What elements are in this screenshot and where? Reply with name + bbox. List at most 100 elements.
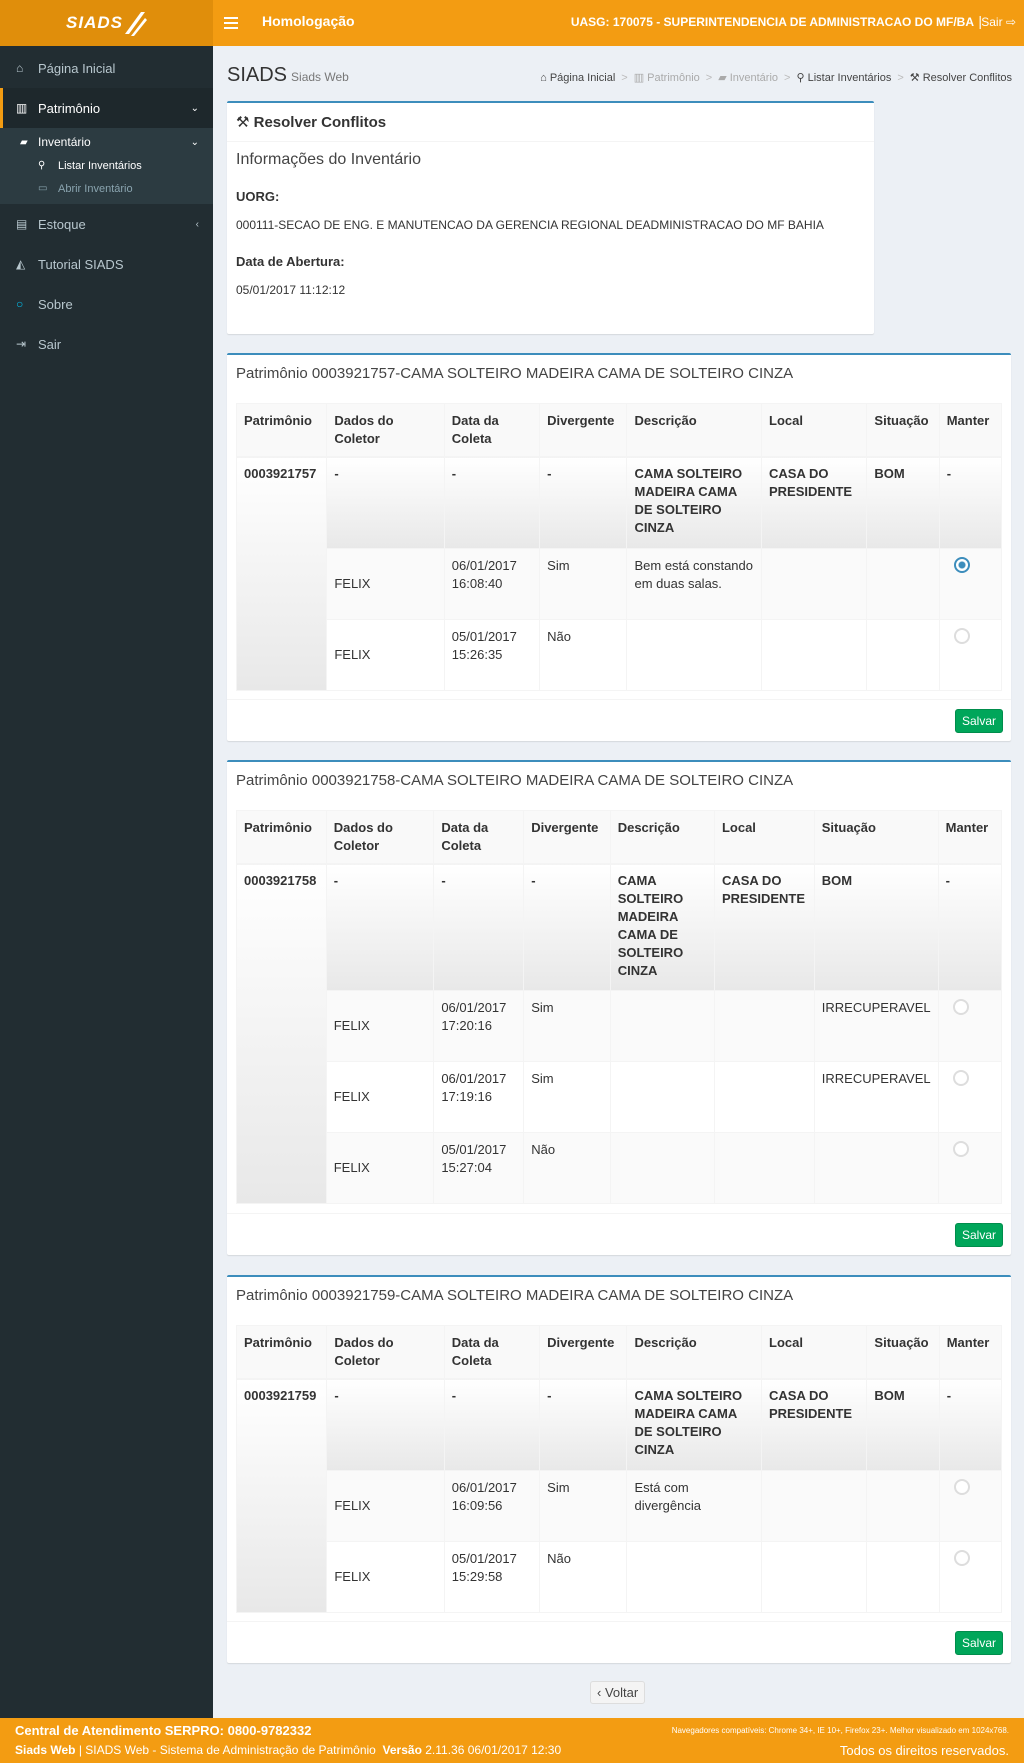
sidebar-item-label: Sair bbox=[38, 336, 62, 352]
table-cell bbox=[866, 1541, 940, 1613]
table-cell: 06/01/2017 17:19:16 bbox=[433, 1061, 525, 1133]
keep-radio[interactable] bbox=[953, 1479, 970, 1495]
table-cell bbox=[760, 548, 868, 620]
column-header: Patrimônio bbox=[236, 810, 327, 864]
breadcrumb-patrimonio[interactable]: ▥ Patrimônio bbox=[634, 71, 700, 84]
save-button[interactable]: Salvar bbox=[954, 1631, 1003, 1655]
table-cell: - bbox=[938, 1378, 1003, 1471]
table-cell: FELIX bbox=[325, 990, 435, 1062]
conflict-table: Patrimônio Dados do Coletor Data da Cole… bbox=[236, 810, 1003, 1204]
column-header: Data da Coleta bbox=[443, 403, 541, 457]
logout-link[interactable]: Sair ⇨ bbox=[981, 15, 1016, 29]
table-cell: FELIX bbox=[326, 1541, 445, 1613]
sidebar-item-abrir-inventario[interactable]: ▭ Abrir Inventário bbox=[0, 177, 213, 200]
inventory-info-box: ⚒ Resolver Conflitos Informações do Inve… bbox=[227, 101, 874, 334]
breadcrumb: ⌂ Página Inicial > ▥ Patrimônio > ▰ Inve… bbox=[540, 71, 1012, 85]
sidebar-item-label: Página Inicial bbox=[38, 60, 116, 76]
keep-radio[interactable] bbox=[952, 1070, 969, 1086]
column-header: Patrimônio bbox=[235, 1325, 328, 1379]
sidebar-item-inventario[interactable]: ▰ Inventário ⌄ bbox=[0, 130, 213, 154]
chevron-down-icon: ⌄ bbox=[190, 102, 199, 114]
gavel-icon: ⚒ bbox=[236, 114, 250, 131]
table-cell: - bbox=[523, 863, 611, 991]
sidebar-item-home[interactable]: ⌂ Página Inicial bbox=[0, 48, 213, 88]
column-header: Dados do Coletor bbox=[326, 403, 445, 457]
keep-radio[interactable] bbox=[953, 557, 970, 573]
sidebar-item-tutorial[interactable]: ◭ Tutorial SIADS bbox=[0, 244, 213, 284]
keep-radio[interactable] bbox=[952, 999, 969, 1015]
breadcrumb-inventario[interactable]: ▰ Inventário bbox=[718, 71, 778, 84]
sidebar-item-patrimonio[interactable]: ▥ Patrimônio ⌄ bbox=[0, 88, 213, 128]
table-cell: 05/01/2017 15:27:04 bbox=[433, 1132, 525, 1204]
table-cell bbox=[760, 619, 868, 691]
save-button[interactable]: Salvar bbox=[954, 709, 1003, 733]
table-cell: - bbox=[539, 1378, 628, 1471]
box-footer: Salvar bbox=[227, 1621, 1011, 1663]
box-title: ⚒ Resolver Conflitos bbox=[227, 103, 874, 142]
sidebar-item-sobre[interactable]: ○ Sobre bbox=[0, 284, 213, 324]
column-header: Situação bbox=[866, 1325, 940, 1379]
sign-out-icon: ⇥ bbox=[16, 337, 27, 351]
breadcrumb-label: Listar Inventários bbox=[807, 72, 892, 84]
column-header: Local bbox=[713, 810, 815, 864]
barcode-icon: ▥ bbox=[633, 72, 645, 84]
logo-area[interactable]: SIADS bbox=[0, 0, 213, 46]
table-cell: 05/01/2017 15:29:58 bbox=[443, 1541, 541, 1613]
save-button[interactable]: Salvar bbox=[954, 1223, 1003, 1247]
table-cell: CAMA SOLTEIRO MADEIRA CAMA DE SOLTEIRO C… bbox=[609, 863, 715, 991]
sidebar-item-listar-inventarios[interactable]: ⚲ Listar Inventários bbox=[0, 154, 213, 177]
column-header: Situação bbox=[813, 810, 939, 864]
column-header: Dados do Coletor bbox=[326, 1325, 445, 1379]
keep-cell bbox=[938, 1541, 1003, 1613]
sidebar-item-label: Inventário bbox=[38, 135, 91, 149]
gavel-icon: ⚒ bbox=[909, 72, 920, 84]
table-row: 0003921757 - - - CAMA SOLTEIRO MADEIRA C… bbox=[235, 456, 1003, 691]
breadcrumb-home[interactable]: ⌂ Página Inicial bbox=[540, 72, 615, 84]
keep-radio[interactable] bbox=[952, 1141, 969, 1157]
breadcrumb-divider: > bbox=[784, 71, 791, 84]
keep-radio[interactable] bbox=[953, 1550, 970, 1566]
breadcrumb-current: ⚒ Resolver Conflitos bbox=[910, 71, 1012, 84]
table-header: Patrimônio Dados do Coletor Data da Cole… bbox=[235, 1325, 1003, 1379]
sidebar-item-estoque[interactable]: ▤ Estoque ‹ bbox=[0, 204, 213, 244]
column-header: Local bbox=[760, 403, 868, 457]
page-subtitle: Siads Web bbox=[291, 70, 349, 84]
table-cell: IRRECUPERAVEL bbox=[813, 1061, 939, 1133]
footer: Central de Atendimento SERPRO: 0800-9782… bbox=[0, 1718, 1024, 1763]
sidebar-item-label: Abrir Inventário bbox=[58, 182, 133, 195]
table-cell: 06/01/2017 16:09:56 bbox=[443, 1470, 541, 1542]
top-bar: SIADS Homologação UASG: 170075 - SUPERIN… bbox=[0, 0, 1024, 46]
box-title-text: Resolver Conflitos bbox=[253, 114, 387, 131]
breadcrumb-listar[interactable]: ⚲ Listar Inventários bbox=[796, 71, 891, 84]
table-cell: CAMA SOLTEIRO MADEIRA CAMA DE SOLTEIRO C… bbox=[626, 1378, 762, 1471]
column-header: Manter bbox=[938, 1325, 1003, 1379]
back-label: Voltar bbox=[604, 1685, 639, 1700]
chevron-left-icon: ‹ bbox=[195, 218, 199, 230]
asset-box: Patrimônio 0003921757-CAMA SOLTEIRO MADE… bbox=[227, 353, 1011, 741]
uorg-label: UORG: bbox=[236, 189, 280, 204]
table-cell bbox=[609, 990, 715, 1062]
column-header: Descrição bbox=[609, 810, 715, 864]
table-row: FELIX 05/01/2017 15:29:58 Não bbox=[237, 1541, 1003, 1613]
table-cell: BOM bbox=[866, 456, 940, 549]
home-icon: ⌂ bbox=[540, 71, 547, 84]
table-cell bbox=[609, 1061, 715, 1133]
keep-cell bbox=[938, 548, 1003, 620]
sidebar-item-sair[interactable]: ⇥ Sair bbox=[0, 324, 213, 364]
table-cell bbox=[626, 619, 762, 691]
table-cell bbox=[713, 1061, 815, 1133]
table-cell: - bbox=[443, 1378, 541, 1471]
table-cell: - bbox=[938, 456, 1003, 549]
asset-title: Patrimônio 0003921757-CAMA SOLTEIRO MADE… bbox=[236, 365, 794, 382]
table-cell: Sim bbox=[523, 990, 611, 1062]
menu-toggle-icon[interactable] bbox=[224, 14, 238, 30]
sidebar-item-label: Estoque bbox=[38, 216, 86, 232]
sidebar-item-label: Patrimônio bbox=[38, 100, 101, 116]
asset-box: Patrimônio 0003921759-CAMA SOLTEIRO MADE… bbox=[227, 1275, 1011, 1663]
sidebar-item-label: Listar Inventários bbox=[58, 159, 142, 172]
back-button[interactable]: ‹ Voltar bbox=[590, 1681, 646, 1704]
breadcrumb-label: Patrimônio bbox=[647, 72, 700, 84]
keep-cell bbox=[937, 990, 1003, 1062]
keep-radio[interactable] bbox=[953, 628, 970, 644]
conflict-table: Patrimônio Dados do Coletor Data da Cole… bbox=[235, 1325, 1003, 1613]
